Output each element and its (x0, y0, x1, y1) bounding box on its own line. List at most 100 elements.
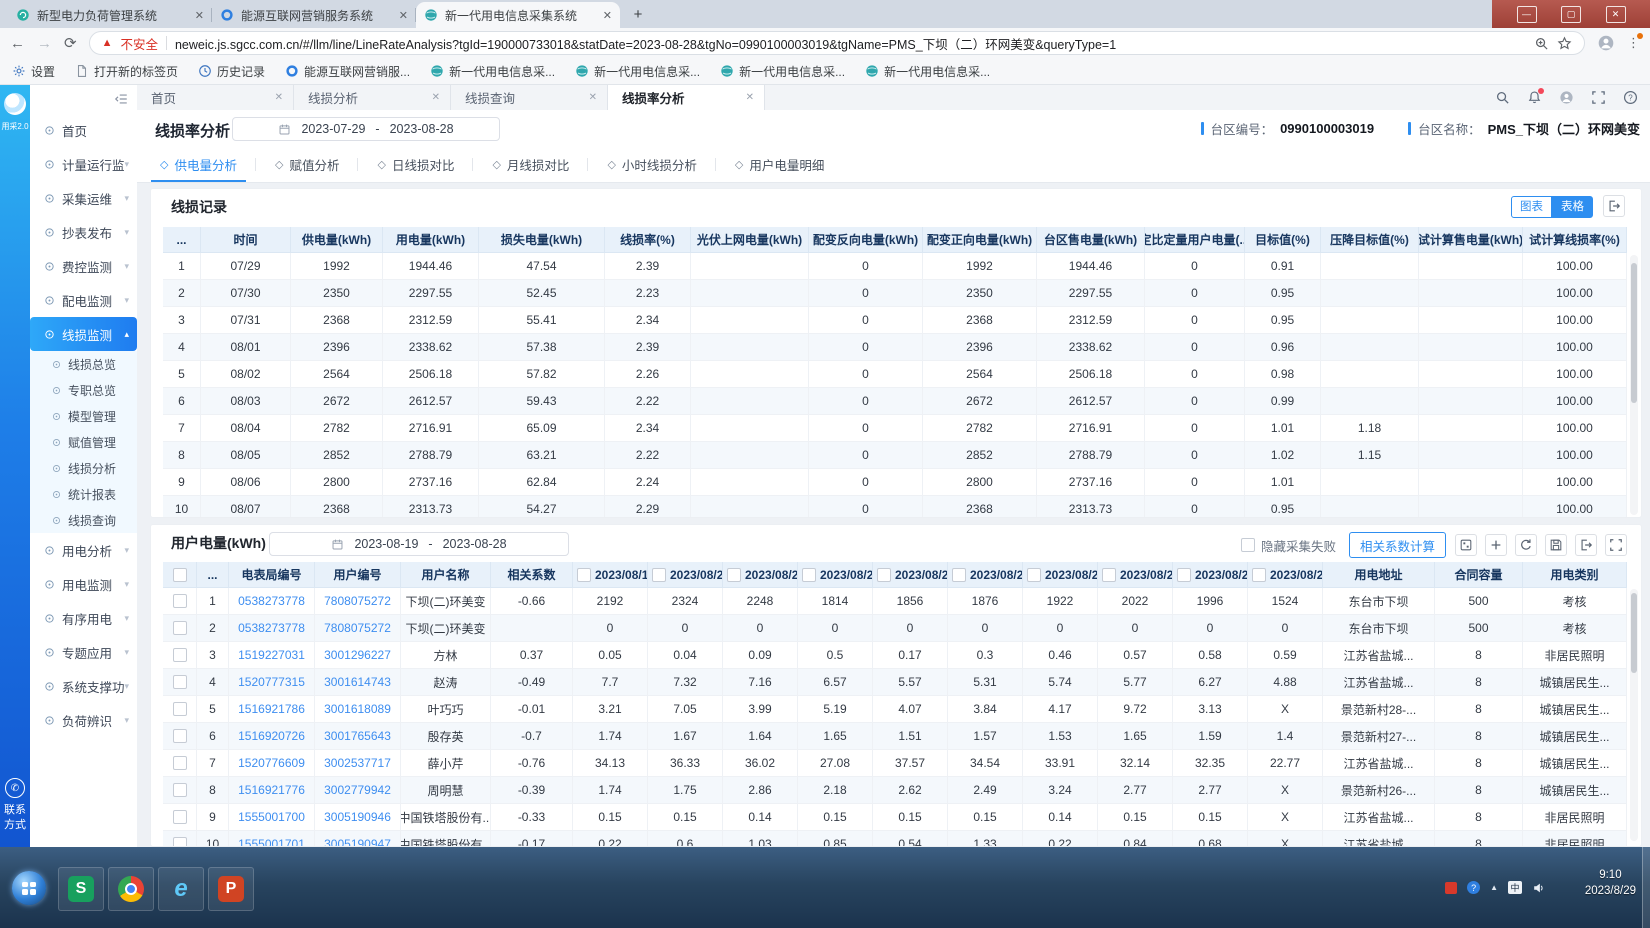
browser-profile-avatar[interactable] (1597, 34, 1615, 52)
date-end[interactable]: 2023-08-28 (443, 537, 507, 551)
workspace-tab-线损率分析[interactable]: 线损率分析✕ (608, 85, 765, 110)
column-checkbox[interactable] (1177, 568, 1191, 582)
tab-close-icon[interactable]: ✕ (275, 92, 283, 103)
tray-volume-icon[interactable] (1532, 881, 1546, 895)
link-cell[interactable]: 1555001700 (229, 804, 315, 831)
link-cell[interactable]: 3001614743 (315, 669, 401, 696)
subtab-月线损对比[interactable]: ◇月线损对比 (473, 147, 588, 182)
date-start[interactable]: 2023-08-19 (354, 537, 418, 551)
sidebar-subitem-统计报表[interactable]: 统计报表 (30, 481, 137, 507)
workspace-tab-线损分析[interactable]: 线损分析✕ (294, 85, 451, 110)
column-checkbox[interactable] (1102, 568, 1116, 582)
tab-close-icon[interactable]: ✕ (399, 9, 408, 22)
browser-tab[interactable]: 新型电力负荷管理系统✕ (8, 2, 212, 28)
link-cell[interactable]: 1516921786 (229, 696, 315, 723)
link-cell[interactable]: 3005190947 (315, 831, 401, 847)
link-cell[interactable]: 1520776609 (229, 750, 315, 777)
vertical-scrollbar[interactable] (1630, 255, 1638, 515)
sidebar-collapse-icon[interactable] (114, 92, 129, 106)
table-view-button[interactable]: 表格 (1552, 196, 1593, 218)
column-checkbox[interactable] (577, 568, 591, 582)
new-tab-button[interactable]: + (626, 2, 650, 26)
start-button[interactable] (12, 871, 46, 905)
tab-close-icon[interactable]: ✕ (746, 92, 754, 103)
taskbar-ie-icon[interactable]: e (158, 867, 204, 911)
bookmark-item[interactable]: 新一代用电信息采... (865, 63, 990, 80)
taskbar-clock[interactable]: 9:10 2023/8/29 (1585, 867, 1636, 899)
show-desktop-button[interactable] (1642, 847, 1650, 928)
sidebar-subitem-专职总览[interactable]: 专职总览 (30, 377, 137, 403)
date-start[interactable]: 2023-07-29 (301, 122, 365, 136)
bookmark-item[interactable]: 设置 (12, 63, 55, 80)
link-cell[interactable]: 3002537717 (315, 750, 401, 777)
tray-help-icon[interactable]: ? (1467, 881, 1480, 894)
subtab-用户电量明细[interactable]: ◇用户电量明细 (716, 147, 843, 182)
sidebar-item-系统支撑功能[interactable]: 系统支撑功能▾ (30, 669, 137, 703)
url-text[interactable]: neweic.js.sgcc.com.cn/#/llm/line/LineRat… (175, 34, 1526, 53)
sidebar-item-费控监测[interactable]: 费控监测▾ (30, 249, 137, 283)
sidebar-item-采集运维[interactable]: 采集运维▾ (30, 181, 137, 215)
sidebar-item-首页[interactable]: 首页 (30, 113, 137, 147)
taskbar-powerpoint-icon[interactable]: P (208, 867, 254, 911)
tray-ime-icon[interactable]: 中 (1508, 881, 1522, 894)
tool-layout-grid-icon[interactable] (1455, 534, 1477, 556)
bell-icon[interactable] (1527, 90, 1542, 105)
sidebar-item-计量运行监测[interactable]: 计量运行监测▾ (30, 147, 137, 181)
link-cell[interactable]: 1516920726 (229, 723, 315, 750)
row-checkbox[interactable] (173, 729, 187, 743)
tool-refresh-icon[interactable] (1515, 534, 1537, 556)
browser-tab[interactable]: 能源互联网营销服务系统✕ (212, 2, 416, 28)
row-checkbox[interactable] (173, 594, 187, 608)
column-checkbox[interactable] (652, 568, 666, 582)
row-checkbox[interactable] (173, 783, 187, 797)
link-cell[interactable]: 3001296227 (315, 642, 401, 669)
contact-block[interactable]: ✆ 联系 方式 (0, 778, 30, 833)
sidebar-item-用电监测[interactable]: 用电监测▾ (30, 567, 137, 601)
row-checkbox[interactable] (173, 675, 187, 689)
row-checkbox[interactable] (173, 648, 187, 662)
subtab-日线损对比[interactable]: ◇日线损对比 (358, 147, 473, 182)
tab-close-icon[interactable]: ✕ (589, 92, 597, 103)
link-cell[interactable]: 3001765643 (315, 723, 401, 750)
column-checkbox[interactable] (952, 568, 966, 582)
workspace-tab-首页[interactable]: 首页✕ (137, 85, 294, 110)
row-checkbox[interactable] (173, 702, 187, 716)
link-cell[interactable]: 3001618089 (315, 696, 401, 723)
subtab-赋值分析[interactable]: ◇赋值分析 (256, 147, 358, 182)
link-cell[interactable]: 7808075272 (315, 588, 401, 615)
sidebar-subitem-线损总览[interactable]: 线损总览 (30, 351, 137, 377)
row-checkbox[interactable] (173, 837, 187, 847)
sidebar-item-抄表发布[interactable]: 抄表发布▾ (30, 215, 137, 249)
column-checkbox[interactable] (1252, 568, 1266, 582)
search-icon[interactable] (1495, 90, 1510, 105)
forward-button[interactable]: → (37, 35, 52, 52)
taskbar-wps-icon[interactable]: S (58, 867, 104, 911)
minimize-button[interactable]: — (1517, 6, 1537, 23)
link-cell[interactable]: 3005190946 (315, 804, 401, 831)
sidebar-item-专题应用[interactable]: 专题应用▾ (30, 635, 137, 669)
hide-failed-toggle[interactable]: 隐藏采集失败 (1241, 536, 1336, 555)
link-cell[interactable]: 1520777315 (229, 669, 315, 696)
bookmark-item[interactable]: 打开新的标签页 (75, 63, 178, 80)
taskbar-chrome-icon[interactable] (108, 867, 154, 911)
zoom-icon[interactable] (1534, 36, 1549, 51)
column-checkbox[interactable] (727, 568, 741, 582)
link-cell[interactable]: 7808075272 (315, 615, 401, 642)
vertical-scrollbar[interactable] (1630, 589, 1638, 841)
user-icon[interactable] (1559, 90, 1574, 105)
sidebar-subitem-赋值管理[interactable]: 赋值管理 (30, 429, 137, 455)
fullscreen-icon[interactable] (1591, 90, 1606, 105)
bookmark-item[interactable]: 能源互联网营销服... (285, 63, 410, 80)
browser-menu-icon[interactable]: ⋮ (1627, 35, 1640, 51)
link-cell[interactable]: 1519227031 (229, 642, 315, 669)
help-icon[interactable]: ? (1623, 90, 1638, 105)
sidebar-item-负荷辨识[interactable]: 负荷辨识▾ (30, 703, 137, 737)
subtab-供电量分析[interactable]: ◇供电量分析 (141, 147, 256, 182)
link-cell[interactable]: 0538273778 (229, 588, 315, 615)
sidebar-subitem-模型管理[interactable]: 模型管理 (30, 403, 137, 429)
date-end[interactable]: 2023-08-28 (390, 122, 454, 136)
browser-tab[interactable]: 新一代用电信息采集系统✕ (416, 2, 620, 28)
correlation-calc-button[interactable]: 相关系数计算 (1349, 532, 1446, 558)
address-bar[interactable]: ▲ 不安全 neweic.js.sgcc.com.cn/#/llm/line/L… (89, 31, 1585, 55)
tray-up-arrow-icon[interactable]: ▲ (1490, 883, 1498, 892)
